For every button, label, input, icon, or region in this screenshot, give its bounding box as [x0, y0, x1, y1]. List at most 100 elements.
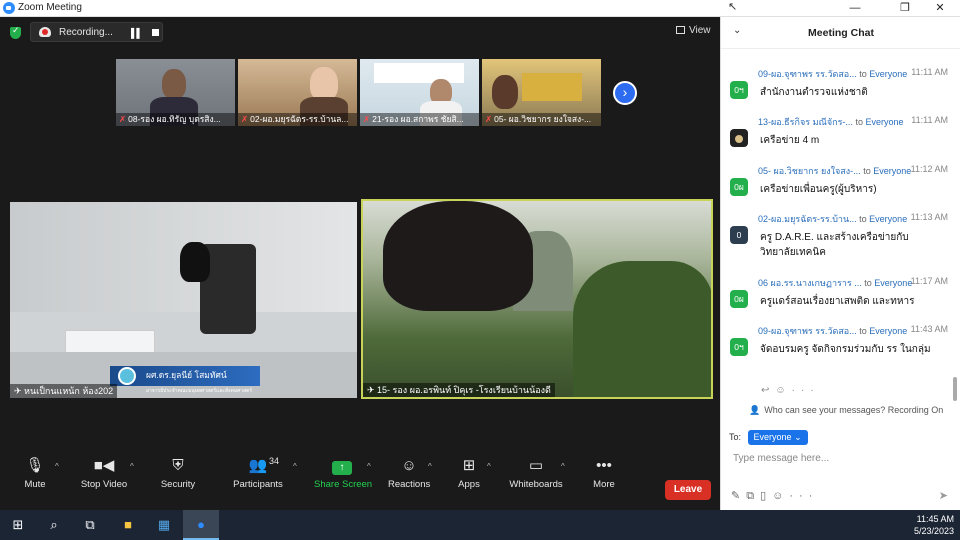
- message-text: ครูแดร์สอนเรื่องยาเสพติด และทหาร: [760, 296, 915, 307]
- avatar: 0ผ: [730, 178, 748, 196]
- reply-icon[interactable]: ↩: [761, 385, 775, 396]
- message-meta: 13-ผอ.ธีรกิจร มณีจักร-... to Everyone 11:…: [758, 115, 948, 129]
- stop-video-button[interactable]: ■◀ Stop Video: [78, 456, 130, 490]
- participants-options-chevron-icon[interactable]: ^: [293, 462, 297, 471]
- recipient-name: Everyone: [865, 117, 904, 127]
- minimize-icon[interactable]: —: [835, 0, 875, 17]
- task-view-icon[interactable]: ⧉: [72, 510, 108, 540]
- recipient-name: Everyone: [873, 166, 912, 176]
- reactions-label: Reactions: [388, 479, 431, 490]
- zoom-app-icon: [3, 2, 15, 14]
- mute-options-chevron-icon[interactable]: ^: [55, 462, 59, 471]
- banner-subtitle: อาจารย์ประจำคณะมนุษยศาสตร์และสังคมศาสตร์: [146, 388, 253, 394]
- cloud-recording-icon: [39, 27, 51, 37]
- recipient-name: Everyone: [874, 278, 913, 288]
- screenshot-icon[interactable]: ⧉: [746, 490, 760, 502]
- title-bar: Zoom Meeting ↖ — ❐ ✕: [0, 0, 960, 17]
- zoom-taskbar-icon[interactable]: ●: [183, 510, 219, 540]
- message-text: เครือข่ายเพื่อนครู(ผู้บริหาร): [760, 184, 877, 195]
- participant-thumbnail[interactable]: ✗ 21-รอง ผอ.สกาพร ชัยสิ...: [360, 59, 479, 126]
- format-icon[interactable]: ✎: [731, 490, 746, 502]
- clock-time: 11:45 AM: [916, 514, 954, 524]
- recipient-dropdown[interactable]: Everyone ⌄: [747, 430, 808, 445]
- video-options-chevron-icon[interactable]: ^: [130, 462, 134, 471]
- avatar: [730, 129, 748, 147]
- participant-thumbnail[interactable]: ✗ 02-ผอ.มยุรฉัตร-รร.บ้านล...: [238, 59, 357, 126]
- mute-label: Mute: [24, 479, 46, 490]
- main-video-left[interactable]: ผศ.ดร.ยุลนีย์ โสมทัศน์ อาจารย์ประจำคณะมน…: [10, 202, 357, 398]
- participant-name: ✗ 02-ผอ.มยุรฉัตร-รร.บ้านล...: [238, 113, 357, 126]
- message-time: 11:43 AM: [910, 324, 948, 334]
- file-icon[interactable]: ▯: [760, 490, 772, 502]
- participant-name: ✗ 05- ผอ.วิชยากร ยงใจสง-...: [482, 113, 601, 126]
- whiteboards-options-chevron-icon[interactable]: ^: [561, 462, 565, 471]
- participants-button[interactable]: 👥 34 Participants: [230, 456, 286, 490]
- to-label: to: [864, 278, 872, 288]
- view-button[interactable]: View: [676, 25, 711, 36]
- school-banner-image: [374, 63, 464, 83]
- close-icon[interactable]: ✕: [920, 0, 960, 17]
- participant-name: ✗ 08-รอง ผอ.ทิรัญ บุตรสิง...: [116, 113, 235, 126]
- grid-view-icon: [676, 26, 685, 34]
- next-page-arrow-icon[interactable]: ›: [613, 81, 637, 105]
- store-icon[interactable]: ▦: [146, 510, 182, 540]
- view-label: View: [689, 25, 711, 36]
- chat-message-input[interactable]: Type message here...: [733, 453, 829, 464]
- encryption-shield-icon[interactable]: [10, 25, 21, 39]
- apps-button[interactable]: ⊞ Apps: [455, 456, 483, 490]
- avatar: 0ฯ: [730, 81, 748, 99]
- message-meta: 02-ผอ.มยุรฉัตร-รร.บ้าน... to Everyone 11:…: [758, 212, 948, 226]
- recipient-name: Everyone: [869, 69, 908, 79]
- avatar-image: [735, 134, 743, 143]
- chat-scrollbar[interactable]: [953, 377, 957, 401]
- participant-face: [310, 67, 338, 101]
- participants-label: Participants: [233, 479, 283, 490]
- pin-icon: ✈: [14, 386, 25, 396]
- pause-recording-icon[interactable]: ▌▌: [131, 28, 143, 38]
- search-icon[interactable]: ⌕: [36, 510, 72, 540]
- stop-recording-icon[interactable]: [152, 29, 159, 36]
- file-explorer-icon[interactable]: ■: [110, 510, 146, 540]
- message-meta: 06 ผอ.รร.นางเกษฏาราร ... to Everyone 11:1…: [758, 276, 948, 290]
- to-label: to: [859, 326, 867, 336]
- recipient-name: Everyone: [869, 214, 908, 224]
- sender-name: 09-ผอ.จุฑาพร รร.วัดสอ...: [758, 69, 857, 79]
- apps-options-chevron-icon[interactable]: ^: [487, 462, 491, 471]
- add-reaction-icon[interactable]: ☺: [775, 385, 791, 396]
- hair: [180, 242, 210, 282]
- participant-thumbnail[interactable]: ✗ 08-รอง ผอ.ทิรัญ บุตรสิง...: [116, 59, 235, 126]
- main-video-right-active-speaker[interactable]: ✈ 15- รอง ผอ.อรพินท์ ปิคุเร -โรงเรียนบ้า…: [361, 199, 713, 399]
- more-icon[interactable]: ···: [789, 490, 818, 502]
- system-clock[interactable]: 11:45 AM 5/23/2023: [914, 513, 954, 537]
- privacy-notice[interactable]: 👤 Who can see your messages? Recording On: [749, 405, 943, 416]
- reactions-options-chevron-icon[interactable]: ^: [428, 462, 432, 471]
- restore-icon[interactable]: ❐: [885, 0, 925, 17]
- windows-start-icon[interactable]: ⊞: [0, 510, 36, 540]
- to-label: to: [859, 214, 867, 224]
- windows-taskbar: ⊞ ⌕ ⧉ ■ ▦ ● 11:45 AM 5/23/2023: [0, 510, 960, 540]
- participant-thumbnail[interactable]: ✗ 05- ผอ.วิชยากร ยงใจสง-...: [482, 59, 601, 126]
- pin-icon: ✈: [367, 385, 378, 395]
- share-screen-button[interactable]: ↑ Share Screen: [314, 456, 372, 490]
- video-camera-icon: ■◀: [93, 457, 115, 474]
- message-text: สำนักงานตำรวจแห่งชาติ: [760, 87, 868, 98]
- more-options-icon[interactable]: ···: [792, 385, 820, 396]
- avatar: 0ฯ: [730, 338, 748, 356]
- leave-button[interactable]: Leave: [665, 480, 711, 500]
- message-meta: 09-ผอ.จุฑาพร รร.วัดสอ... to Everyone 11:1…: [758, 67, 948, 81]
- sender-name: 05- ผอ.วิชยากร ยงใจสง-...: [758, 166, 861, 176]
- send-icon[interactable]: ➤: [939, 489, 948, 502]
- message-time: 11:17 AM: [910, 276, 948, 286]
- whiteboards-button[interactable]: ▭ Whiteboards: [508, 456, 564, 490]
- reactions-button[interactable]: ☺ Reactions: [388, 456, 430, 490]
- apps-label: Apps: [458, 479, 480, 490]
- share-options-chevron-icon[interactable]: ^: [367, 462, 371, 471]
- more-button[interactable]: ••• More: [590, 456, 618, 490]
- chat-title: Meeting Chat: [808, 27, 874, 39]
- security-button[interactable]: ⛨ Security: [158, 456, 198, 490]
- mute-button[interactable]: 🎙 Mute: [18, 456, 52, 490]
- chevron-down-icon: ⌄: [794, 432, 802, 442]
- avatar: 0ผ: [730, 290, 748, 308]
- emoji-icon[interactable]: ☺: [772, 490, 789, 502]
- message-meta: 05- ผอ.วิชยากร ยงใจสง-... to Everyone 11:…: [758, 164, 948, 178]
